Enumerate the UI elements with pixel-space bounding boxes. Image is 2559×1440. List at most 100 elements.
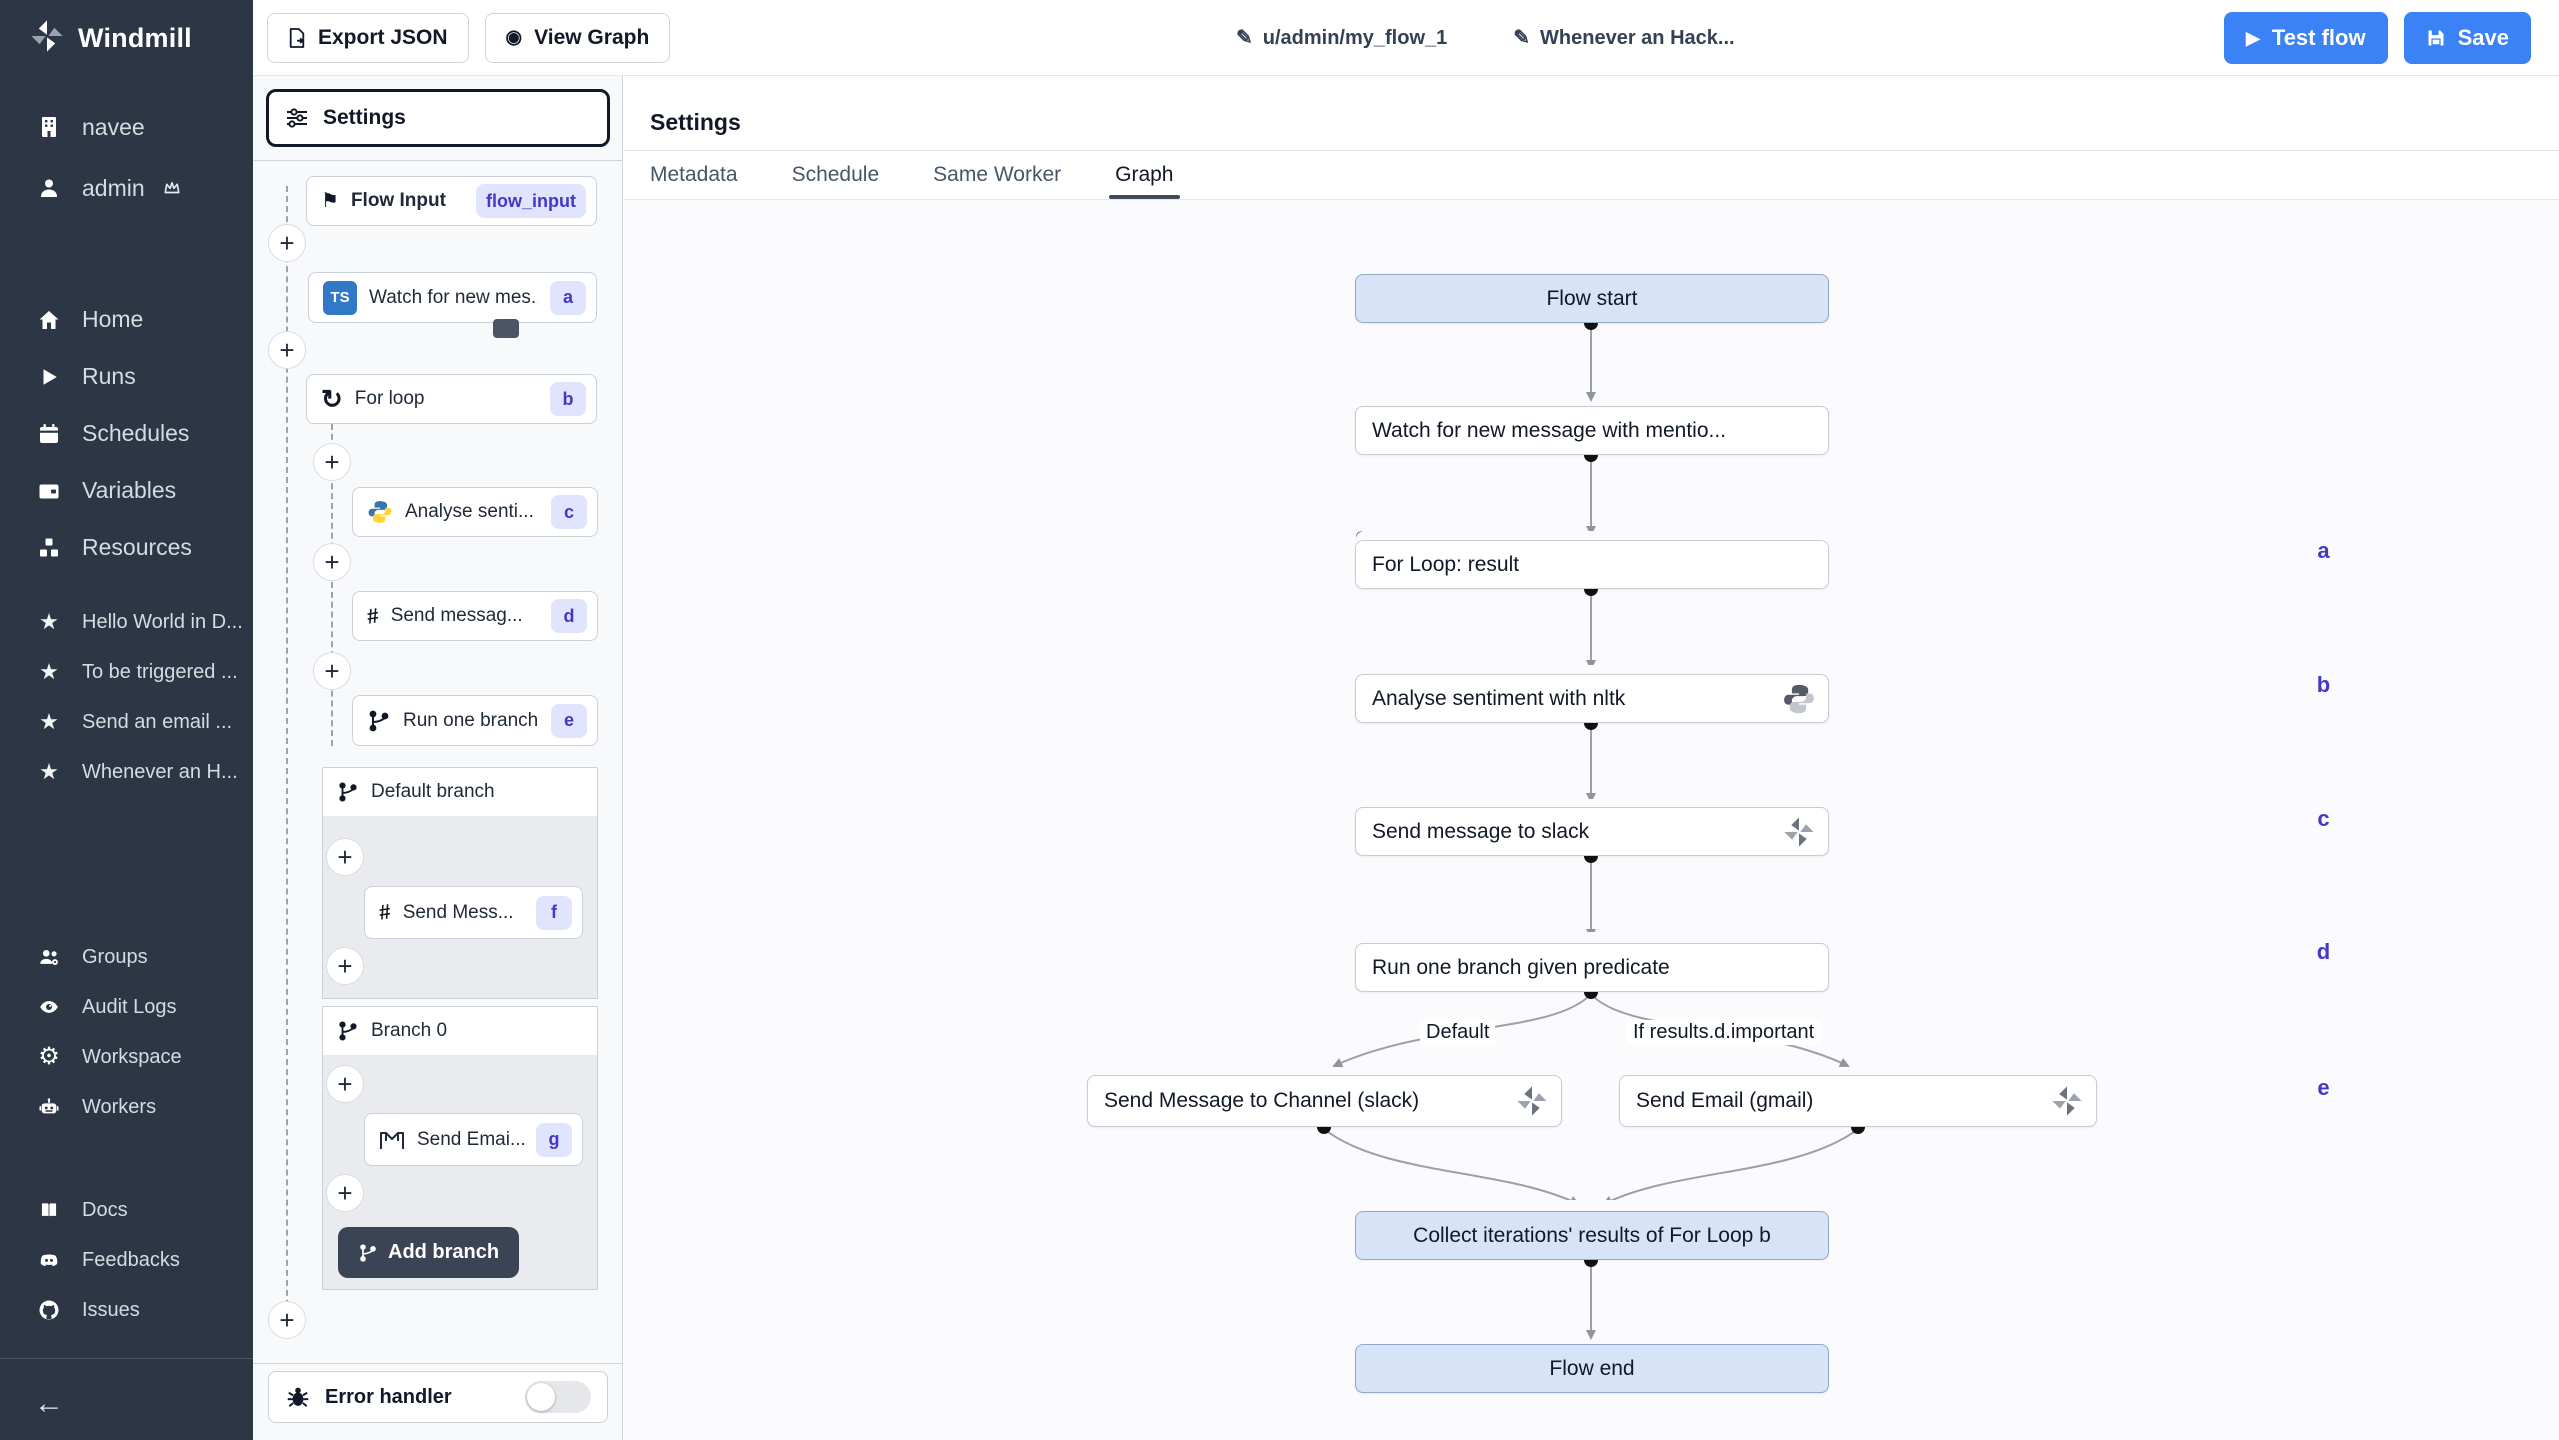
sidebar-fav-to-be-triggered[interactable]: ★ To be triggered ... — [0, 647, 253, 697]
sidebar-item-resources[interactable]: Resources — [0, 519, 253, 576]
add-step-button[interactable]: + — [326, 838, 364, 876]
add-step-button[interactable]: + — [268, 1301, 306, 1339]
tree-node-flow-input[interactable]: ⚑ Flow Input flow_input — [306, 176, 597, 226]
sidebar-item-workers[interactable]: Workers — [0, 1082, 253, 1132]
sidebar-item-groups[interactable]: Groups — [0, 932, 253, 982]
add-step-button[interactable]: + — [326, 1065, 364, 1103]
graph-node-label: For Loop: result — [1372, 552, 1520, 576]
tree-node-label: For loop — [354, 388, 425, 409]
sidebar-item-home[interactable]: Home — [0, 291, 253, 348]
add-step-button[interactable]: + — [268, 224, 306, 262]
save-button[interactable]: Save — [2403, 12, 2531, 64]
topbar-right-actions: ▶ Test flow Save — [2224, 0, 2531, 76]
view-graph-button[interactable]: ◉ View Graph — [484, 12, 671, 63]
workspace-switcher[interactable]: navee — [0, 104, 253, 150]
flow-path-edit[interactable]: ✎ u/admin/my_flow_1 — [1236, 27, 1447, 50]
flow-name: Whenever an Hack... — [1540, 26, 1735, 49]
collapse-sidebar-button[interactable]: ← — [0, 1378, 253, 1430]
graph-node-g[interactable]: Send Email (gmail) g — [1619, 1075, 2559, 1240]
tree-node-step-g[interactable]: Send Emai... g — [364, 1113, 583, 1166]
sidebar-fav-hello-world[interactable]: ★ Hello World in D... — [0, 597, 253, 647]
star-icon: ★ — [39, 659, 59, 684]
flow-settings-button[interactable]: Settings — [266, 89, 610, 147]
add-step-button[interactable]: + — [313, 543, 351, 581]
error-handler-toggle[interactable] — [525, 1381, 591, 1413]
tree-node-step-a[interactable]: TS Watch for new mes... a — [308, 272, 597, 323]
python-icon — [367, 499, 393, 525]
add-step-button[interactable]: + — [326, 1174, 364, 1212]
step-badge: e — [551, 703, 587, 738]
sidebar-fav-whenever-an-h[interactable]: ★ Whenever an H... — [0, 747, 253, 797]
nav-label: Groups — [82, 945, 148, 968]
tab-schedule[interactable]: Schedule — [792, 151, 880, 199]
tree-node-step-e[interactable]: Run one branch e — [352, 695, 598, 746]
sidebar-item-feedbacks[interactable]: Feedbacks — [0, 1235, 253, 1285]
plus-icon: + — [337, 842, 353, 872]
tree-node-step-b[interactable]: ↻ For loop b — [306, 374, 597, 424]
main-content: Settings Metadata Schedule Same Worker G… — [624, 76, 2559, 1440]
sidebar-item-audit-logs[interactable]: Audit Logs — [0, 982, 253, 1032]
topbar: Export JSON ◉ View Graph ✎ u/admin/my_fl… — [253, 0, 2559, 76]
loop-icon: ↻ — [321, 383, 343, 414]
tree-node-step-f[interactable]: # Send Mess... f — [364, 886, 583, 939]
step-badge: g — [536, 1122, 572, 1157]
sidebar-divider — [0, 1358, 253, 1359]
sidebar-fav-send-email[interactable]: ★ Send an email ... — [0, 697, 253, 747]
user-icon — [36, 176, 62, 200]
graph-node-c[interactable]: Analyse sentiment with nltk c — [1355, 674, 2559, 839]
settings-tabs: Metadata Schedule Same Worker Graph — [650, 151, 1180, 199]
graph-node-a[interactable]: Watch for new message with mentio... TS … — [1355, 406, 2559, 571]
graph-node-e[interactable]: Run one branch given predicate e — [1355, 943, 2559, 1108]
flow-path: u/admin/my_flow_1 — [1262, 26, 1448, 49]
sidebar-item-schedules[interactable]: Schedules — [0, 405, 253, 462]
flow-name-edit[interactable]: ✎ Whenever an Hack... — [1513, 27, 1734, 50]
add-branch-button[interactable]: Add branch — [338, 1227, 520, 1278]
plus-icon: + — [337, 1069, 353, 1099]
plus-icon: + — [324, 447, 340, 477]
sidebar-item-workspace[interactable]: ⚙ Workspace — [0, 1032, 253, 1082]
add-step-button[interactable]: + — [313, 652, 351, 690]
graph-node-flow-start[interactable]: Flow start — [1355, 274, 1829, 323]
flow-steps-panel: Settings ⚑ Flow Input flow_input + TS Wa… — [253, 76, 623, 1440]
graph-node-label: Flow end — [1549, 1356, 1635, 1380]
graph-node-b[interactable]: For Loop: result b — [1355, 540, 2559, 705]
tree-node-step-d[interactable]: # Send messag... d — [352, 591, 598, 641]
step-badge: a — [550, 280, 586, 315]
flow-input-badge: flow_input — [476, 184, 586, 218]
sidebar-item-variables[interactable]: Variables — [0, 462, 253, 519]
branch-header-branch0[interactable]: Branch 0 — [322, 1006, 598, 1056]
flow-graph-canvas[interactable]: Flow start Watch for new message with me… — [624, 200, 2559, 1440]
branch-label: Branch 0 — [371, 1020, 448, 1041]
branch-icon — [337, 781, 359, 803]
play-icon — [36, 366, 62, 388]
graph-node-flow-end[interactable]: Flow end — [1355, 1344, 1829, 1393]
tab-metadata[interactable]: Metadata — [650, 151, 738, 199]
plus-icon: + — [279, 1305, 295, 1335]
export-json-button[interactable]: Export JSON — [267, 12, 469, 63]
sidebar-item-docs[interactable]: Docs — [0, 1185, 253, 1235]
sidebar-nav-admin: Groups Audit Logs ⚙ Workspace Workers — [0, 932, 253, 1132]
step-drag-handle[interactable] — [493, 319, 519, 338]
app-logo[interactable]: Windmill — [0, 0, 253, 76]
nav-label: Variables — [82, 477, 177, 503]
graph-node-f[interactable]: Send Message to Channel (slack) f — [1087, 1075, 2559, 1240]
fav-label: To be triggered ... — [82, 660, 238, 683]
sidebar-item-issues[interactable]: Issues — [0, 1285, 253, 1335]
gmail-icon — [379, 1129, 405, 1151]
add-step-button[interactable]: + — [313, 443, 351, 481]
sidebar-item-runs[interactable]: Runs — [0, 348, 253, 405]
crown-icon — [159, 180, 185, 196]
graph-node-d[interactable]: Send message to slack d — [1355, 807, 2559, 972]
test-flow-button[interactable]: ▶ Test flow — [2224, 12, 2388, 64]
tab-same-worker[interactable]: Same Worker — [933, 151, 1061, 199]
branch-label: Default branch — [371, 781, 495, 802]
branch-header-default[interactable]: Default branch — [322, 767, 598, 817]
tab-graph[interactable]: Graph — [1109, 151, 1180, 199]
page-title: Settings — [650, 109, 741, 136]
user-menu[interactable]: admin — [0, 165, 253, 211]
add-step-button[interactable]: + — [268, 331, 306, 369]
plus-icon: + — [279, 335, 295, 365]
add-step-button[interactable]: + — [326, 947, 364, 985]
graph-node-collect[interactable]: Collect iterations' results of For Loop … — [1355, 1211, 1829, 1260]
tree-node-step-c[interactable]: Analyse senti... c — [352, 487, 598, 537]
